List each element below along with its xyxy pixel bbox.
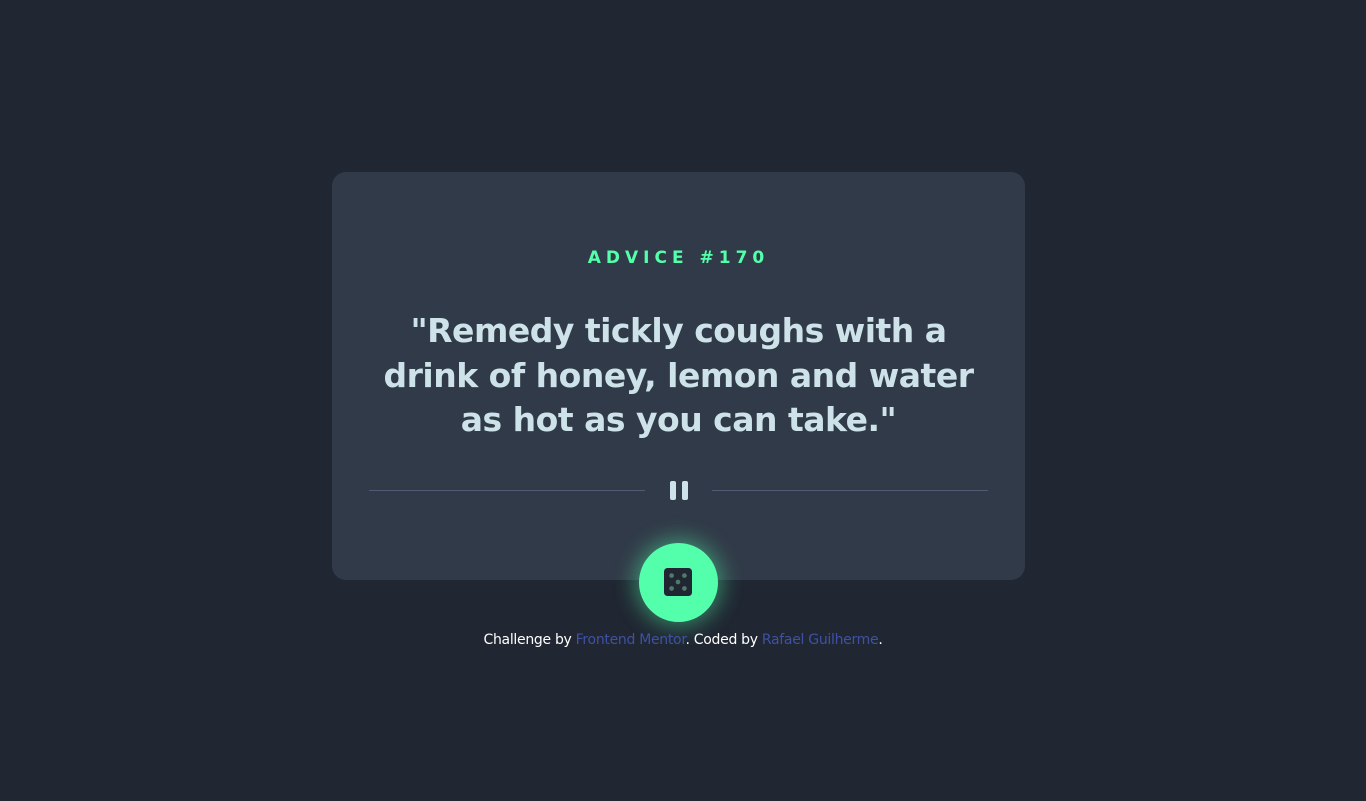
author-link[interactable]: Rafael Guilherme bbox=[762, 632, 879, 648]
attribution-footer: Challenge by Frontend Mentor. Coded by R… bbox=[0, 630, 1366, 650]
divider bbox=[369, 478, 988, 502]
frontend-mentor-link[interactable]: Frontend Mentor bbox=[576, 632, 686, 648]
new-advice-button[interactable] bbox=[639, 543, 718, 622]
footer-prefix: Challenge by bbox=[483, 632, 576, 648]
page: ADVICE #170 "Remedy tickly coughs with a… bbox=[0, 0, 1366, 801]
divider-line-right bbox=[712, 490, 988, 491]
advice-card: ADVICE #170 "Remedy tickly coughs with a… bbox=[332, 172, 1025, 580]
dice-icon bbox=[664, 568, 692, 596]
footer-suffix: . bbox=[878, 632, 883, 648]
advice-quote: "Remedy tickly coughs with a drink of ho… bbox=[383, 311, 974, 439]
footer-middle: . Coded by bbox=[685, 632, 762, 648]
divider-line-left bbox=[369, 490, 645, 491]
advice-number-label: ADVICE #170 bbox=[587, 248, 770, 268]
pause-bar-left bbox=[670, 481, 676, 500]
pause-icon bbox=[669, 481, 689, 500]
pause-bar-right bbox=[682, 481, 688, 500]
